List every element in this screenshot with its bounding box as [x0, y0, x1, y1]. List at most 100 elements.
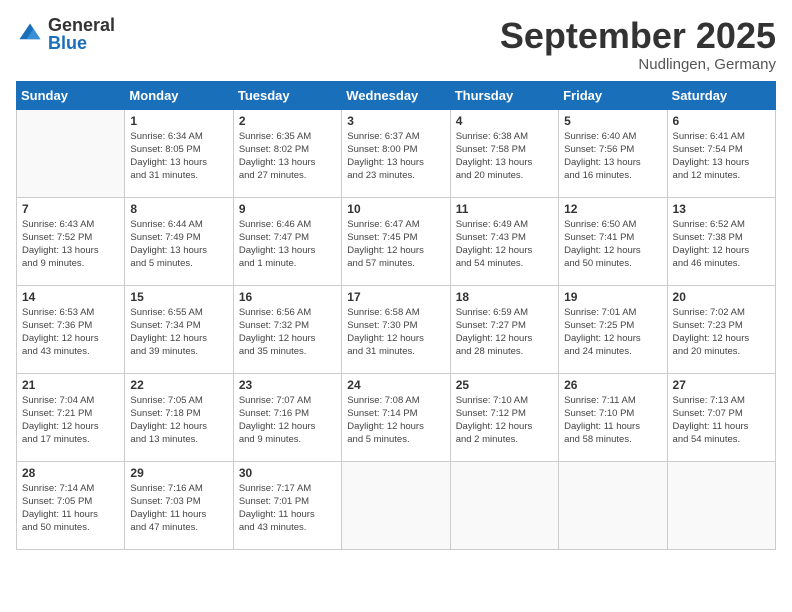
day-info: Sunrise: 6:38 AMSunset: 7:58 PMDaylight:… — [456, 130, 553, 183]
day-info: Sunrise: 6:47 AMSunset: 7:45 PMDaylight:… — [347, 218, 444, 271]
calendar-cell: 26 Sunrise: 7:11 AMSunset: 7:10 PMDayligh… — [559, 373, 667, 461]
day-number: 12 — [564, 202, 661, 216]
page-header: General Blue September 2025 Nudlingen, G… — [16, 16, 776, 73]
calendar-cell: 12 Sunrise: 6:50 AMSunset: 7:41 PMDayligh… — [559, 197, 667, 285]
day-number: 13 — [673, 202, 770, 216]
calendar-cell: 11 Sunrise: 6:49 AMSunset: 7:43 PMDayligh… — [450, 197, 558, 285]
day-info: Sunrise: 6:40 AMSunset: 7:56 PMDaylight:… — [564, 130, 661, 183]
weekday-header: Friday — [559, 81, 667, 109]
day-number: 18 — [456, 290, 553, 304]
day-info: Sunrise: 6:52 AMSunset: 7:38 PMDaylight:… — [673, 218, 770, 271]
day-info: Sunrise: 6:43 AMSunset: 7:52 PMDaylight:… — [22, 218, 119, 271]
day-info: Sunrise: 6:35 AMSunset: 8:02 PMDaylight:… — [239, 130, 336, 183]
day-info: Sunrise: 6:58 AMSunset: 7:30 PMDaylight:… — [347, 306, 444, 359]
calendar-cell: 22Sunrise: 7:05 AMSunset: 7:18 PMDayligh… — [125, 373, 233, 461]
weekday-header: Saturday — [667, 81, 775, 109]
day-info: Sunrise: 7:13 AMSunset: 7:07 PMDaylight:… — [673, 394, 770, 447]
day-number: 6 — [673, 114, 770, 128]
calendar-cell: 8 Sunrise: 6:44 AMSunset: 7:49 PMDaylight… — [125, 197, 233, 285]
calendar-week-row: 7Sunrise: 6:43 AMSunset: 7:52 PMDaylight… — [17, 197, 776, 285]
weekday-header: Sunday — [17, 81, 125, 109]
location-text: Nudlingen, Germany — [500, 56, 776, 73]
day-info: Sunrise: 7:02 AMSunset: 7:23 PMDaylight:… — [673, 306, 770, 359]
calendar-week-row: 1 Sunrise: 6:34 AMSunset: 8:05 PMDaylight… — [17, 109, 776, 197]
day-info: Sunrise: 6:59 AMSunset: 7:27 PMDaylight:… — [456, 306, 553, 359]
calendar-cell: 5 Sunrise: 6:40 AMSunset: 7:56 PMDaylight… — [559, 109, 667, 197]
calendar-cell: 4 Sunrise: 6:38 AMSunset: 7:58 PMDaylight… — [450, 109, 558, 197]
day-number: 9 — [239, 202, 336, 216]
day-number: 30 — [239, 466, 336, 480]
day-number: 21 — [22, 378, 119, 392]
day-number: 17 — [347, 290, 444, 304]
day-info: Sunrise: 6:46 AMSunset: 7:47 PMDaylight:… — [239, 218, 336, 271]
day-number: 27 — [673, 378, 770, 392]
calendar-cell: 25 Sunrise: 7:10 AMSunset: 7:12 PMDayligh… — [450, 373, 558, 461]
day-number: 25 — [456, 378, 553, 392]
day-info: Sunrise: 7:01 AMSunset: 7:25 PMDaylight:… — [564, 306, 661, 359]
day-info: Sunrise: 7:11 AMSunset: 7:10 PMDaylight:… — [564, 394, 661, 447]
calendar-cell: 15Sunrise: 6:55 AMSunset: 7:34 PMDayligh… — [125, 285, 233, 373]
calendar-cell: 20 Sunrise: 7:02 AMSunset: 7:23 PMDayligh… — [667, 285, 775, 373]
day-number: 4 — [456, 114, 553, 128]
calendar-cell — [667, 461, 775, 549]
calendar-week-row: 21 Sunrise: 7:04 AMSunset: 7:21 PMDayligh… — [17, 373, 776, 461]
day-info: Sunrise: 6:34 AMSunset: 8:05 PMDaylight:… — [130, 130, 227, 183]
calendar-cell: 18 Sunrise: 6:59 AMSunset: 7:27 PMDayligh… — [450, 285, 558, 373]
day-number: 2 — [239, 114, 336, 128]
calendar-cell: 28Sunrise: 7:14 AMSunset: 7:05 PMDayligh… — [17, 461, 125, 549]
calendar-cell: 23 Sunrise: 7:07 AMSunset: 7:16 PMDayligh… — [233, 373, 341, 461]
logo-blue-text: Blue — [48, 34, 115, 52]
day-number: 26 — [564, 378, 661, 392]
day-number: 8 — [130, 202, 227, 216]
day-info: Sunrise: 6:50 AMSunset: 7:41 PMDaylight:… — [564, 218, 661, 271]
month-title: September 2025 — [500, 16, 776, 56]
weekday-header: Thursday — [450, 81, 558, 109]
day-info: Sunrise: 7:14 AMSunset: 7:05 PMDaylight:… — [22, 482, 119, 535]
calendar-cell — [17, 109, 125, 197]
calendar-cell: 1 Sunrise: 6:34 AMSunset: 8:05 PMDaylight… — [125, 109, 233, 197]
calendar-week-row: 14 Sunrise: 6:53 AMSunset: 7:36 PMDayligh… — [17, 285, 776, 373]
calendar-cell: 7Sunrise: 6:43 AMSunset: 7:52 PMDaylight… — [17, 197, 125, 285]
logo-general-text: General — [48, 16, 115, 34]
day-info: Sunrise: 7:04 AMSunset: 7:21 PMDaylight:… — [22, 394, 119, 447]
day-info: Sunrise: 6:55 AMSunset: 7:34 PMDaylight:… — [130, 306, 227, 359]
day-number: 3 — [347, 114, 444, 128]
day-info: Sunrise: 6:56 AMSunset: 7:32 PMDaylight:… — [239, 306, 336, 359]
day-number: 14 — [22, 290, 119, 304]
calendar-cell: 29Sunrise: 7:16 AMSunset: 7:03 PMDayligh… — [125, 461, 233, 549]
calendar-cell: 24 Sunrise: 7:08 AMSunset: 7:14 PMDayligh… — [342, 373, 450, 461]
calendar-cell: 3 Sunrise: 6:37 AMSunset: 8:00 PMDaylight… — [342, 109, 450, 197]
day-number: 16 — [239, 290, 336, 304]
day-info: Sunrise: 7:08 AMSunset: 7:14 PMDaylight:… — [347, 394, 444, 447]
calendar-header-row: SundayMondayTuesdayWednesdayThursdayFrid… — [17, 81, 776, 109]
logo: General Blue — [16, 16, 115, 52]
day-number: 24 — [347, 378, 444, 392]
calendar-cell: 16 Sunrise: 6:56 AMSunset: 7:32 PMDayligh… — [233, 285, 341, 373]
day-info: Sunrise: 6:53 AMSunset: 7:36 PMDaylight:… — [22, 306, 119, 359]
calendar-cell: 21 Sunrise: 7:04 AMSunset: 7:21 PMDayligh… — [17, 373, 125, 461]
calendar-cell: 27 Sunrise: 7:13 AMSunset: 7:07 PMDayligh… — [667, 373, 775, 461]
calendar-cell: 17 Sunrise: 6:58 AMSunset: 7:30 PMDayligh… — [342, 285, 450, 373]
day-info: Sunrise: 7:07 AMSunset: 7:16 PMDaylight:… — [239, 394, 336, 447]
day-number: 10 — [347, 202, 444, 216]
day-number: 11 — [456, 202, 553, 216]
calendar-cell: 9 Sunrise: 6:46 AMSunset: 7:47 PMDaylight… — [233, 197, 341, 285]
day-number: 20 — [673, 290, 770, 304]
calendar-cell: 6 Sunrise: 6:41 AMSunset: 7:54 PMDaylight… — [667, 109, 775, 197]
day-number: 23 — [239, 378, 336, 392]
day-info: Sunrise: 6:49 AMSunset: 7:43 PMDaylight:… — [456, 218, 553, 271]
calendar-cell — [559, 461, 667, 549]
day-info: Sunrise: 7:05 AMSunset: 7:18 PMDaylight:… — [130, 394, 227, 447]
day-info: Sunrise: 7:10 AMSunset: 7:12 PMDaylight:… — [456, 394, 553, 447]
day-info: Sunrise: 6:41 AMSunset: 7:54 PMDaylight:… — [673, 130, 770, 183]
day-number: 29 — [130, 466, 227, 480]
calendar-cell: 30Sunrise: 7:17 AMSunset: 7:01 PMDayligh… — [233, 461, 341, 549]
day-number: 5 — [564, 114, 661, 128]
day-info: Sunrise: 6:37 AMSunset: 8:00 PMDaylight:… — [347, 130, 444, 183]
day-number: 1 — [130, 114, 227, 128]
day-info: Sunrise: 6:44 AMSunset: 7:49 PMDaylight:… — [130, 218, 227, 271]
weekday-header: Tuesday — [233, 81, 341, 109]
calendar-cell: 10 Sunrise: 6:47 AMSunset: 7:45 PMDayligh… — [342, 197, 450, 285]
logo-icon — [16, 20, 44, 48]
day-number: 19 — [564, 290, 661, 304]
